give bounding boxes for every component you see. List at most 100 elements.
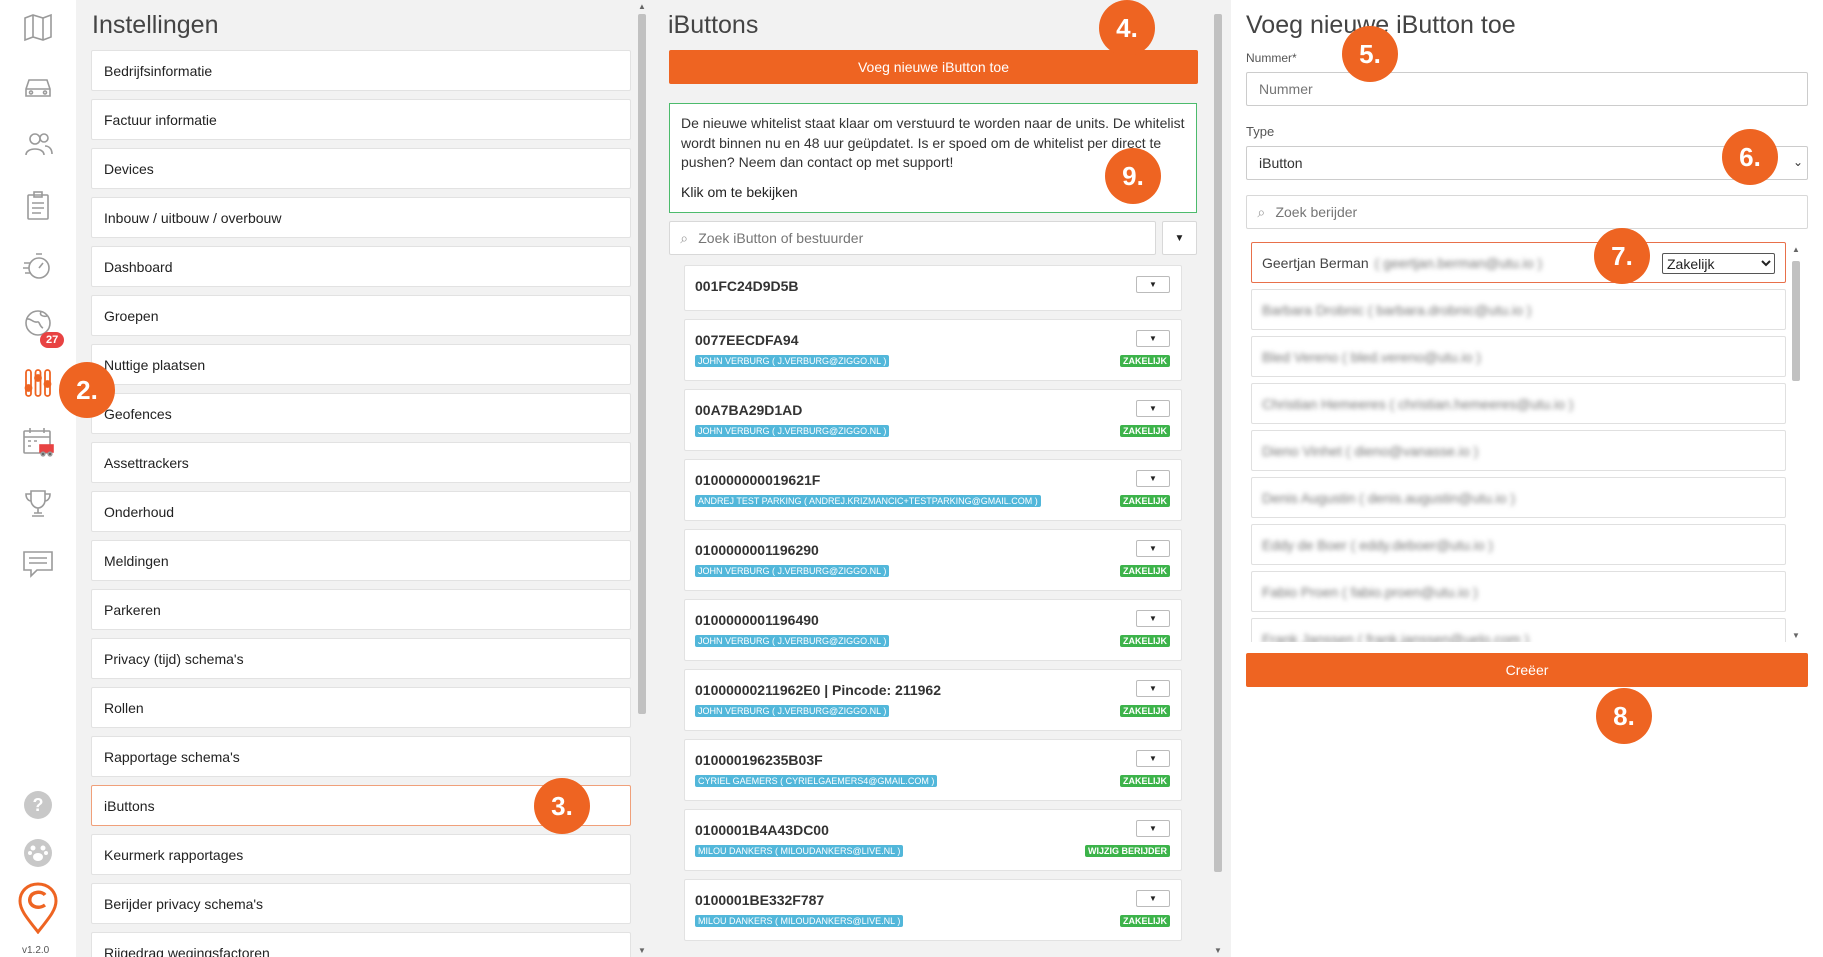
ibutton-search[interactable]: ⌕ xyxy=(669,221,1156,255)
settings-scrollbar[interactable]: ▲ ▼ xyxy=(636,0,648,957)
card-menu-button[interactable]: ▼ xyxy=(1136,680,1170,697)
number-input[interactable] xyxy=(1246,72,1808,106)
settings-menu-item[interactable]: Factuur informatie xyxy=(91,99,631,140)
ibutton-card[interactable]: 0077EECDFA94 ▼ JOHN VERBURG ( J.VERBURG@ZI… xyxy=(684,319,1182,381)
card-menu-button[interactable]: ▼ xyxy=(1136,470,1170,487)
card-menu-button[interactable]: ▼ xyxy=(1136,890,1170,907)
type-tag: ZAKELIJK xyxy=(1119,355,1170,367)
driver-badge: JOHN VERBURG ( J.VERBURG@ZIGGO.NL ) xyxy=(695,565,890,577)
ibutton-code: 001FC24D9D5B xyxy=(695,278,799,294)
card-menu-button[interactable]: ▼ xyxy=(1136,276,1170,293)
card-menu-button[interactable]: ▼ xyxy=(1136,750,1170,767)
driver-email: ( geertjan.berman@utu.io ) xyxy=(1374,254,1543,271)
card-menu-button[interactable]: ▼ xyxy=(1136,330,1170,347)
settings-menu-item[interactable]: Bedrijfsinformatie xyxy=(91,50,631,91)
driver-list-scrollbar[interactable]: ▲ ▼ xyxy=(1790,245,1802,640)
map-icon[interactable] xyxy=(20,9,56,45)
ibutton-card[interactable]: 01000000211962E0 | Pincode: 211962 ▼ JOHN … xyxy=(684,669,1182,731)
ibutton-card[interactable]: 010000196235B03F ▼ CYRIEL GAEMERS ( CYRIEL… xyxy=(684,739,1182,801)
stopwatch-icon[interactable] xyxy=(20,248,56,284)
step-marker-6: 6. xyxy=(1722,129,1778,185)
settings-title: Instellingen xyxy=(92,11,219,39)
number-label: Nummer* xyxy=(1246,51,1297,65)
users-icon[interactable] xyxy=(20,126,56,162)
step-marker-9: 9. xyxy=(1105,148,1161,204)
ibutton-card[interactable]: 001FC24D9D5B ▼ xyxy=(684,265,1182,311)
driver-email: Dieno Vinhet ( dieno@vanasse.io ) xyxy=(1262,442,1479,459)
ibutton-search-input[interactable] xyxy=(698,230,1155,246)
add-ibutton-button[interactable]: Voeg nieuwe iButton toe xyxy=(669,50,1198,84)
paw-icon[interactable] xyxy=(20,835,56,871)
settings-menu-item[interactable]: Rijgedrag wegingsfactoren xyxy=(91,932,631,957)
settings-menu-item[interactable]: Dashboard xyxy=(91,246,631,287)
driver-search[interactable]: ⌕ xyxy=(1246,195,1808,229)
help-icon[interactable]: ? xyxy=(20,787,56,823)
type-tag: WIJZIG BERIJDER xyxy=(1084,845,1170,857)
settings-menu-item[interactable]: Berijder privacy schema's xyxy=(91,883,631,924)
create-button[interactable]: Creëer xyxy=(1246,653,1808,687)
settings-menu-item[interactable]: Keurmerk rapportages xyxy=(91,834,631,875)
ibutton-code: 0077EECDFA94 xyxy=(695,332,799,348)
ibutton-card[interactable]: 0100001BE332F787 ▼ MILOU DANKERS ( MILOUDA… xyxy=(684,879,1182,941)
driver-row[interactable]: Eddy de Boer ( eddy.deboer@utu.io ) xyxy=(1251,524,1786,565)
ibutton-card[interactable]: 0100000001196290 ▼ JOHN VERBURG ( J.VERBUR… xyxy=(684,529,1182,591)
filter-dropdown-button[interactable]: ▼ xyxy=(1162,221,1197,255)
calendar-truck-icon[interactable] xyxy=(20,424,56,460)
clipboard-icon[interactable] xyxy=(20,188,56,224)
settings-menu-item[interactable]: Rapportage schema's xyxy=(91,736,631,777)
step-marker-3: 3. xyxy=(534,778,590,834)
icon-rail: 27 ? v1.2.0 xyxy=(0,0,76,957)
ibutton-code: 010000196235B03F xyxy=(695,752,823,768)
ibutton-card[interactable]: 00A7BA29D1AD ▼ JOHN VERBURG ( J.VERBURG@ZI… xyxy=(684,389,1182,451)
driver-row[interactable]: Fabio Proen ( fabio.proen@utu.io ) xyxy=(1251,571,1786,612)
ibutton-code: 010000000019621F xyxy=(695,472,821,488)
settings-menu-item[interactable]: Groepen xyxy=(91,295,631,336)
driver-row[interactable]: Denis Augustin ( denis.augustin@utu.io ) xyxy=(1251,477,1786,518)
driver-badge: MILOU DANKERS ( MILOUDANKERS@LIVE.NL ) xyxy=(695,845,904,857)
driver-row[interactable]: Christian Hemeeres ( christian.hemeeres@… xyxy=(1251,383,1786,424)
card-menu-button[interactable]: ▼ xyxy=(1136,540,1170,557)
type-tag: ZAKELIJK xyxy=(1119,915,1170,927)
driver-row[interactable]: Frank Janssen ( frank.janssen@uelo.com ) xyxy=(1251,618,1786,642)
notification-badge: 27 xyxy=(40,332,65,348)
ibutton-card[interactable]: 010000000019621F ▼ ANDREJ TEST PARKING ( A… xyxy=(684,459,1182,521)
trophy-icon[interactable] xyxy=(20,485,56,521)
step-marker-2: 2. xyxy=(59,362,115,418)
car-icon[interactable] xyxy=(20,68,56,104)
ibutton-card[interactable]: 0100001B4A43DC00 ▼ MILOU DANKERS ( MILOUDA… xyxy=(684,809,1182,871)
ibutton-code: 0100001BE332F787 xyxy=(695,892,825,908)
driver-row[interactable]: Bled Vereno ( bled.vereno@utu.io ) xyxy=(1251,336,1786,377)
chat-icon[interactable] xyxy=(20,545,56,581)
card-menu-button[interactable]: ▼ xyxy=(1136,400,1170,417)
settings-menu-item[interactable]: Rollen xyxy=(91,687,631,728)
driver-email: Bled Vereno ( bled.vereno@utu.io ) xyxy=(1262,348,1481,365)
driver-row[interactable]: Dieno Vinhet ( dieno@vanasse.io ) xyxy=(1251,430,1786,471)
driver-search-input[interactable] xyxy=(1275,204,1807,220)
driver-badge: JOHN VERBURG ( J.VERBURG@ZIGGO.NL ) xyxy=(695,705,890,717)
ibuttons-scrollbar[interactable]: ▼ xyxy=(1212,0,1224,957)
driver-row[interactable]: Geertjan Berman ( geertjan.berman@utu.io … xyxy=(1251,242,1786,283)
type-tag: ZAKELIJK xyxy=(1119,705,1170,717)
driver-type-select[interactable]: Zakelijk xyxy=(1662,253,1775,274)
settings-menu-item[interactable]: Nuttige plaatsen xyxy=(91,344,631,385)
driver-email: Eddy de Boer ( eddy.deboer@utu.io ) xyxy=(1262,536,1494,553)
type-tag: ZAKELIJK xyxy=(1119,425,1170,437)
settings-menu-item[interactable]: Privacy (tijd) schema's xyxy=(91,638,631,679)
sliders-icon[interactable] xyxy=(20,365,56,401)
settings-menu-item[interactable]: Geofences xyxy=(91,393,631,434)
ibutton-code: 0100000001196290 xyxy=(695,542,819,558)
settings-menu-item[interactable]: Assettrackers xyxy=(91,442,631,483)
settings-menu-item[interactable]: Inbouw / uitbouw / overbouw xyxy=(91,197,631,238)
ibutton-code: 00A7BA29D1AD xyxy=(695,402,803,418)
ibutton-card[interactable]: 0100000001196490 ▼ JOHN VERBURG ( J.VERBUR… xyxy=(684,599,1182,661)
card-menu-button[interactable]: ▼ xyxy=(1136,610,1170,627)
driver-row[interactable]: Barbara Drobnic ( barbara.drobnic@utu.io… xyxy=(1251,289,1786,330)
settings-menu-item[interactable]: Meldingen xyxy=(91,540,631,581)
settings-menu-item[interactable]: Onderhoud xyxy=(91,491,631,532)
settings-menu-item[interactable]: Devices xyxy=(91,148,631,189)
card-menu-button[interactable]: ▼ xyxy=(1136,820,1170,837)
app-root: 27 ? v1.2.0 2. Instellingen Bedrijfsinfo… xyxy=(0,0,1823,957)
step-marker-5: 5. xyxy=(1342,26,1398,82)
settings-menu-item[interactable]: Parkeren xyxy=(91,589,631,630)
ibutton-code: 0100001B4A43DC00 xyxy=(695,822,829,838)
